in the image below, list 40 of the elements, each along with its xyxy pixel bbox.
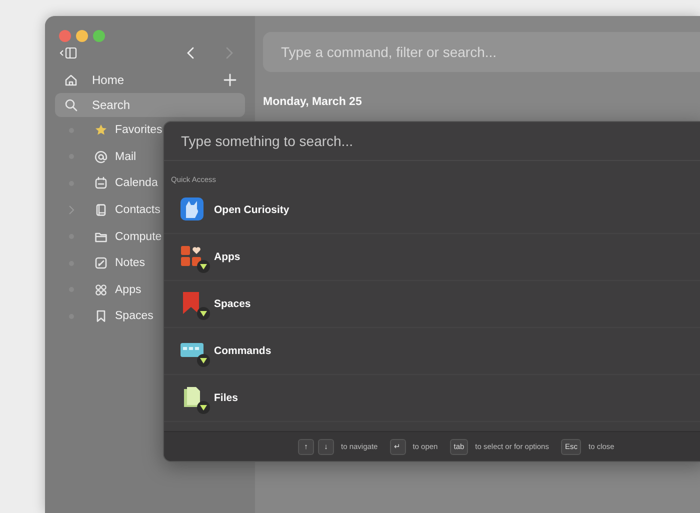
result-row[interactable]: Spaces — [164, 281, 700, 328]
book-icon — [94, 203, 108, 218]
minimize-button[interactable] — [76, 30, 88, 42]
result-label: Commands — [214, 345, 272, 357]
add-button[interactable] — [223, 73, 237, 87]
home-icon — [64, 73, 78, 87]
sidebar-item[interactable]: Notes — [115, 257, 146, 270]
app-grid-icon — [180, 244, 204, 268]
date-heading: Monday, March 25 — [263, 96, 363, 108]
bookmark-icon — [94, 309, 108, 324]
close-button[interactable] — [59, 30, 71, 42]
result-row[interactable]: Apps — [164, 234, 700, 281]
zoom-button[interactable] — [93, 30, 105, 42]
sidebar-nav-item[interactable]: Search — [55, 93, 245, 117]
sidebar-item[interactable]: Compute — [115, 230, 162, 243]
result-label: Spaces — [214, 298, 251, 310]
result-row[interactable]: Commands — [164, 328, 700, 375]
sidebar-item[interactable]: Spaces — [115, 310, 154, 322]
chevron-right-icon[interactable] — [68, 205, 75, 216]
sidebar-item[interactable]: Apps — [115, 284, 142, 296]
grid-icon — [94, 282, 108, 297]
result-label: Apps — [214, 251, 240, 263]
result-label: Files — [214, 392, 238, 404]
sidebar-item[interactable]: Calenda — [115, 177, 158, 190]
command-field[interactable]: Type a command, filter or search... — [263, 32, 700, 72]
calendar-icon — [94, 176, 108, 190]
cat-app-icon — [180, 197, 204, 221]
at-sign-icon — [94, 150, 108, 164]
search-field[interactable]: Type something to search... — [164, 122, 700, 161]
result-row[interactable]: Files — [164, 375, 700, 422]
sidebar-item[interactable]: Contacts — [115, 204, 160, 216]
result-row[interactable]: Open Curiosity — [164, 187, 700, 234]
sidebar-item[interactable]: Mail — [115, 150, 136, 163]
search-icon — [64, 98, 78, 112]
note-icon — [94, 256, 108, 270]
sidebar-toggle-icon[interactable] — [59, 47, 77, 59]
result-label: Open Curiosity — [214, 204, 290, 216]
star-icon — [94, 123, 108, 138]
sidebar-item[interactable]: Favorites — [115, 124, 162, 136]
sidebar-nav-item[interactable]: Home — [55, 68, 245, 92]
